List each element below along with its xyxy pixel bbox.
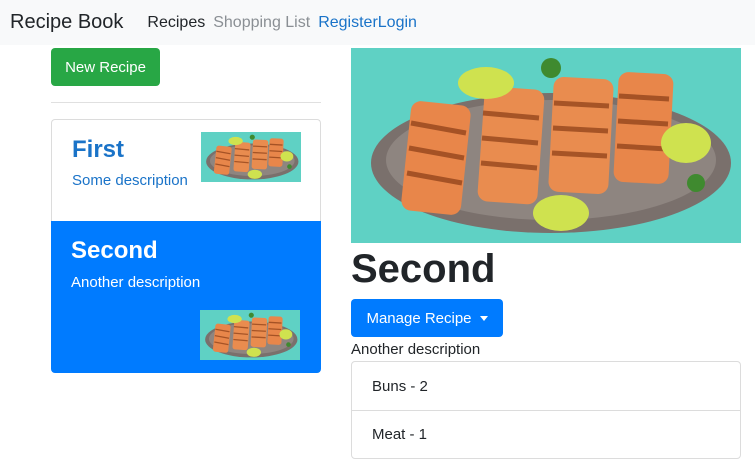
recipe-list-item-second[interactable]: Second Another description xyxy=(51,221,321,373)
nav-link-recipes[interactable]: Recipes xyxy=(147,14,205,32)
navbar-brand[interactable]: Recipe Book xyxy=(10,11,123,34)
ingredient-item[interactable]: Buns - 2 xyxy=(352,362,740,410)
new-recipe-button[interactable]: New Recipe xyxy=(51,48,160,86)
recipe-title: Second xyxy=(351,247,496,291)
ingredient-item[interactable]: Meat - 1 xyxy=(352,410,740,458)
nav-link-register[interactable]: Register xyxy=(318,14,378,32)
recipe-description: Some description xyxy=(72,172,188,189)
manage-recipe-label: Manage Recipe xyxy=(366,309,472,327)
recipe-description: Another description xyxy=(71,274,201,291)
recipe-name: Second xyxy=(71,237,158,264)
navbar: Recipe Book Recipes Shopping List Regist… xyxy=(0,0,755,45)
recipe-name: First xyxy=(72,136,125,163)
recipe-detail-description: Another description xyxy=(351,341,481,358)
divider xyxy=(51,102,321,103)
manage-recipe-dropdown[interactable]: Manage Recipe xyxy=(351,299,503,337)
recipe-thumbnail xyxy=(200,310,300,360)
caret-down-icon xyxy=(479,315,488,321)
recipe-list-item-first[interactable]: First Some description xyxy=(51,119,321,221)
nav-link-shopping-list[interactable]: Shopping List xyxy=(213,14,310,32)
nav-link-login[interactable]: Login xyxy=(378,14,417,32)
recipe-image xyxy=(351,48,741,243)
ingredient-list: Buns - 2 Meat - 1 xyxy=(351,361,741,459)
recipe-thumbnail xyxy=(201,132,301,182)
